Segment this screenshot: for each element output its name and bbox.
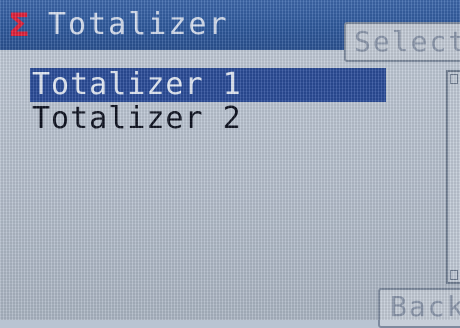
list-item-totalizer-2[interactable]: Totalizer 2 — [30, 102, 386, 136]
list-item-totalizer-1[interactable]: Totalizer 1 — [30, 68, 386, 102]
scroll-up-icon[interactable] — [450, 74, 458, 84]
select-button[interactable]: Select — [344, 22, 460, 62]
lcd-screen: Σ Totalizer Select Totalizer 1 Totalizer… — [0, 0, 460, 328]
back-button-label: Back — [390, 290, 460, 323]
sigma-icon: Σ — [8, 6, 30, 44]
list-scrollbar[interactable] — [446, 70, 460, 284]
back-button[interactable]: Back — [378, 288, 460, 328]
list-item-label: Totalizer 1 — [32, 67, 242, 102]
totalizer-list: Totalizer 1 Totalizer 2 — [30, 68, 386, 136]
scroll-down-icon[interactable] — [450, 270, 458, 280]
select-button-label: Select — [354, 25, 460, 58]
page-title: Totalizer — [48, 7, 229, 42]
list-item-label: Totalizer 2 — [32, 101, 242, 136]
